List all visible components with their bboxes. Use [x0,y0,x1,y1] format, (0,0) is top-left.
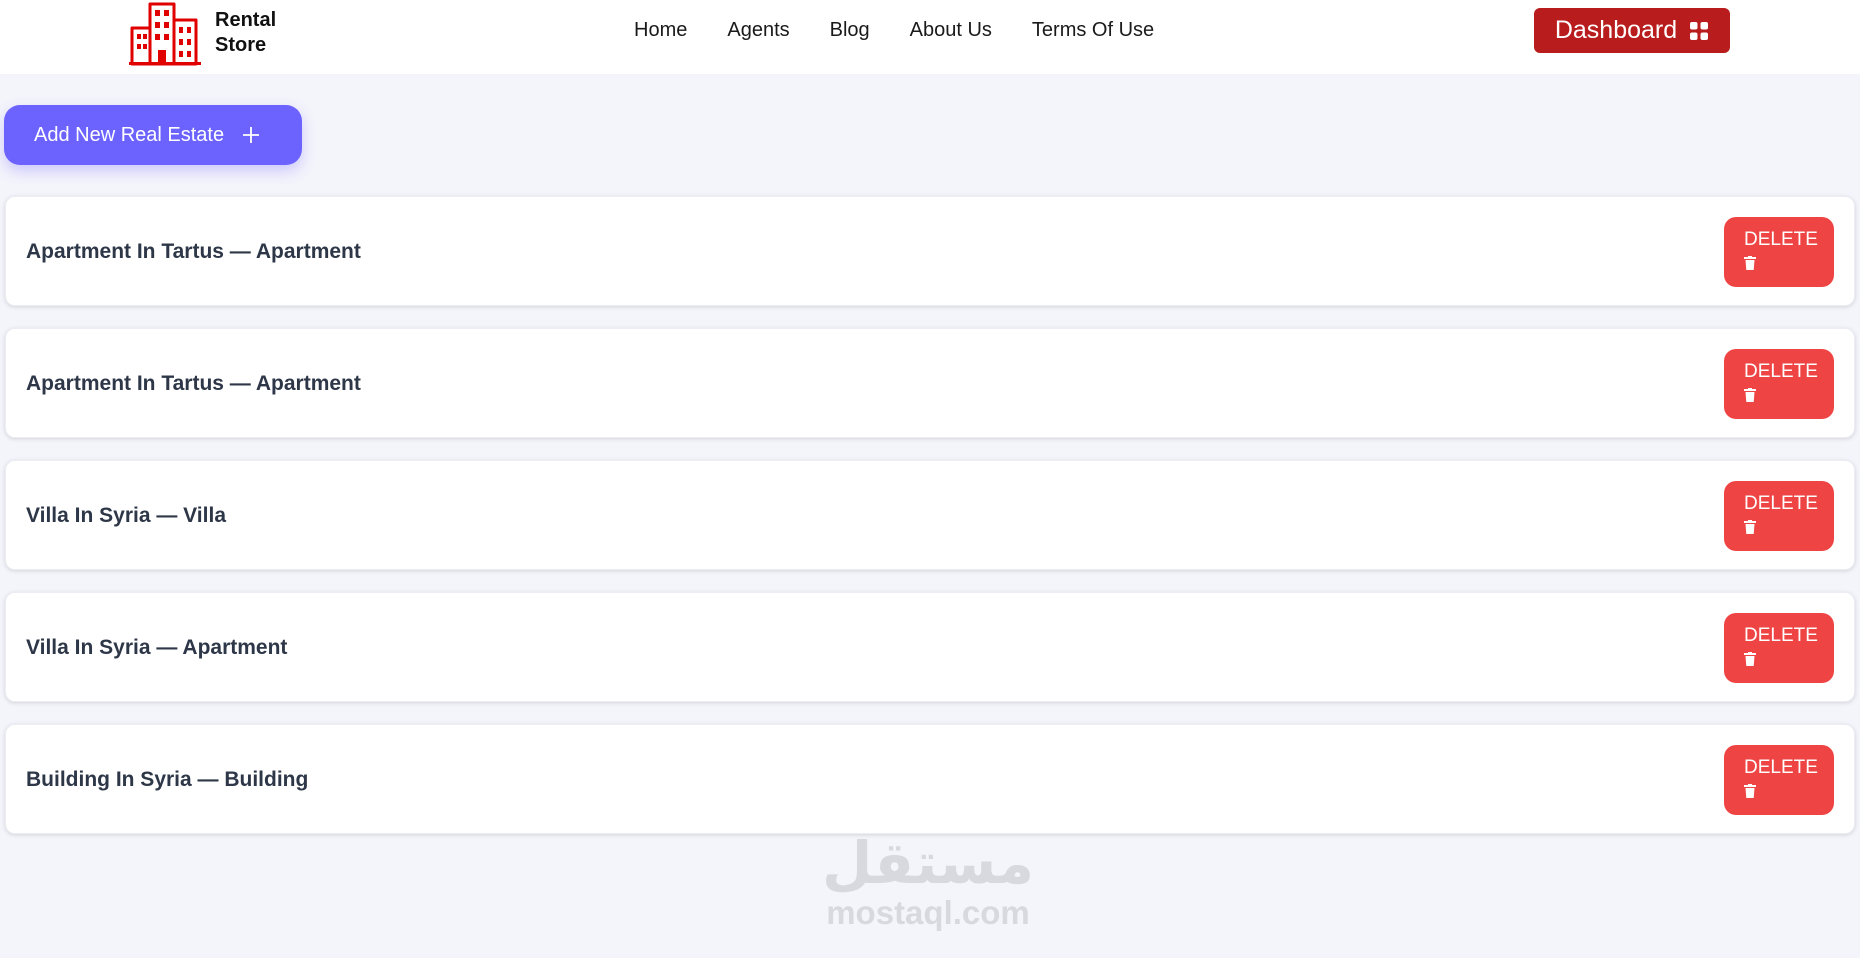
list-item: Villa In Syria — Apartment DELETE [5,592,1855,702]
nav-terms-of-use[interactable]: Terms Of Use [1032,16,1154,44]
watermark-arabic: مستقل [821,831,1035,896]
nav-about-us[interactable]: About Us [910,16,992,44]
dashboard-label: Dashboard [1554,16,1678,44]
logo[interactable]: Rental Store [129,0,295,66]
nav-agents[interactable]: Agents [727,16,789,44]
delete-label: DELETE [1744,229,1818,250]
main-nav: Home Agents Blog About Us Terms Of Use [634,16,1194,44]
grid-icon [1690,21,1709,40]
delete-label: DELETE [1744,361,1818,382]
delete-button[interactable]: DELETE [1724,217,1834,287]
site-header: Rental Store Home Agents Blog About Us T… [0,0,1860,74]
listing-title: Building In Syria — Building [26,768,309,791]
nav-home[interactable]: Home [634,16,687,44]
list-item: Apartment In Tartus — Apartment DELETE [5,328,1855,438]
listing-title: Villa In Syria — Villa [26,504,226,527]
listing-title: Villa In Syria — Apartment [26,636,288,659]
plus-icon [243,127,260,143]
trash-icon [1744,520,1756,534]
delete-button[interactable]: DELETE [1724,613,1834,683]
listing-title: Apartment In Tartus — Apartment [26,372,361,395]
delete-label: DELETE [1744,757,1818,778]
delete-button[interactable]: DELETE [1724,745,1834,815]
delete-button[interactable]: DELETE [1724,481,1834,551]
watermark-latin: mostaql.com [826,894,1030,931]
buildings-icon [129,2,201,66]
delete-button[interactable]: DELETE [1724,349,1834,419]
real-estate-list: Apartment In Tartus — Apartment DELETE A… [5,196,1855,856]
delete-label: DELETE [1744,493,1818,514]
trash-icon [1744,256,1756,270]
list-item: Apartment In Tartus — Apartment DELETE [5,196,1855,306]
trash-icon [1744,388,1756,402]
dashboard-button[interactable]: Dashboard [1534,8,1730,53]
add-new-real-estate-button[interactable]: Add New Real Estate [4,105,302,165]
trash-icon [1744,784,1756,798]
nav-blog[interactable]: Blog [830,16,870,44]
add-button-label: Add New Real Estate [34,123,225,146]
listing-title: Apartment In Tartus — Apartment [26,240,361,263]
delete-label: DELETE [1744,625,1818,646]
list-item: Villa In Syria — Villa DELETE [5,460,1855,570]
list-item: Building In Syria — Building DELETE [5,724,1855,834]
logo-text: Rental Store [215,9,277,56]
trash-icon [1744,652,1756,666]
watermark: مستقل mostaql.com [808,833,1048,943]
